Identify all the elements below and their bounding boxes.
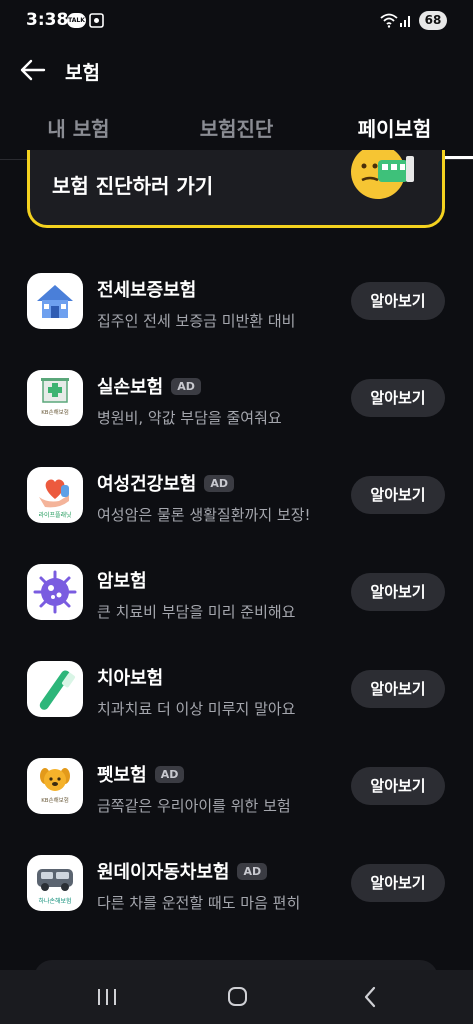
- learn-more-button[interactable]: 알아보기: [351, 864, 445, 902]
- house-icon: [27, 273, 83, 329]
- brand-text: 하나손해보험: [38, 897, 71, 905]
- wifi-icon: [380, 13, 398, 28]
- toothbrush-icon: [27, 661, 83, 717]
- item-subtitle: 금쪽같은 우리아이를 위한 보험: [97, 797, 291, 815]
- learn-more-button[interactable]: 알아보기: [351, 282, 445, 320]
- ad-badge: AD: [171, 377, 201, 395]
- signal-icon: [400, 16, 410, 27]
- learn-more-button[interactable]: 알아보기: [351, 573, 445, 611]
- list-item-jeonse[interactable]: 전세보증보험 집주인 전세 보증금 미반환 대비 알아보기: [0, 260, 473, 346]
- page-title: 보험: [65, 62, 100, 84]
- home-icon[interactable]: [222, 984, 252, 1010]
- list-item-pet[interactable]: KB손해보험 펫보험 AD 금쪽같은 우리아이를 위한 보험 알아보기: [0, 745, 473, 831]
- list-item-cancer[interactable]: 암보험 큰 치료비 부담을 미리 준비해요 알아보기: [0, 551, 473, 637]
- diagnosis-banner-text: 보험 진단하러 가기: [52, 174, 214, 198]
- system-nav-bar: [0, 970, 473, 1024]
- heart-hand-icon: 라이프플래닛: [27, 467, 83, 523]
- list-item-silson[interactable]: KB손해보험 실손보험 AD 병원비, 약값 부담을 줄여줘요 알아보기: [0, 357, 473, 443]
- status-time: 3:38: [26, 10, 69, 30]
- app-bar: 보험: [0, 42, 473, 98]
- list-item-dental[interactable]: 치아보험 치과치료 더 이상 미루지 말아요 알아보기: [0, 648, 473, 734]
- list-item-oneday-car[interactable]: 하나손해보험 원데이자동차보험 AD 다른 차를 운전할 때도 마음 편히 알아…: [0, 842, 473, 928]
- item-subtitle: 치과치료 더 이상 미루지 말아요: [97, 700, 296, 718]
- kakaotalk-notification-icon: TALK: [67, 13, 86, 28]
- status-bar: 3:38 TALK 68: [0, 0, 473, 42]
- item-title: 전세보증보험: [97, 280, 197, 301]
- ad-badge: AD: [237, 862, 268, 880]
- item-title: 암보험: [97, 571, 147, 592]
- item-subtitle: 집주인 전세 보증금 미반환 대비: [97, 312, 296, 330]
- learn-more-button[interactable]: 알아보기: [351, 670, 445, 708]
- back-arrow-icon[interactable]: [18, 56, 46, 84]
- item-title: 여성건강보험: [97, 474, 197, 495]
- ad-badge: AD: [154, 765, 185, 783]
- diagnosis-banner[interactable]: 보험 진단하러 가기: [27, 150, 445, 228]
- thinking-emoji-icon: [351, 150, 414, 199]
- brand-text: 라이프플래닛: [38, 511, 72, 519]
- dog-icon: KB손해보험: [27, 758, 83, 814]
- brand-text: KB손해보험: [41, 796, 69, 804]
- back-nav-icon[interactable]: [356, 984, 386, 1010]
- car-icon: 하나손해보험: [27, 855, 83, 911]
- recent-apps-icon[interactable]: [92, 984, 122, 1010]
- virus-icon: [27, 564, 83, 620]
- hospital-icon: KB손해보험: [27, 370, 83, 426]
- item-title: 펫보험: [97, 765, 147, 786]
- brand-text: KB손해보험: [41, 408, 69, 416]
- list-item-women-health[interactable]: 라이프플래닛 여성건강보험 AD 여성암은 물론 생활질환까지 보장! 알아보기: [0, 454, 473, 540]
- learn-more-button[interactable]: 알아보기: [351, 767, 445, 805]
- item-title: 실손보험: [97, 377, 164, 398]
- battery-indicator: 68: [419, 11, 447, 30]
- item-subtitle: 여성암은 물론 생활질환까지 보장!: [97, 506, 311, 524]
- screen-record-icon: [89, 13, 104, 28]
- learn-more-button[interactable]: 알아보기: [351, 379, 445, 417]
- item-subtitle: 큰 치료비 부담을 미리 준비해요: [97, 603, 296, 621]
- learn-more-button[interactable]: 알아보기: [351, 476, 445, 514]
- item-title: 치아보험: [97, 668, 164, 689]
- ad-badge: AD: [204, 474, 235, 492]
- item-title: 원데이자동차보험: [97, 862, 230, 883]
- item-subtitle: 병원비, 약값 부담을 줄여줘요: [97, 409, 282, 427]
- item-subtitle: 다른 차를 운전할 때도 마음 편히: [97, 894, 301, 912]
